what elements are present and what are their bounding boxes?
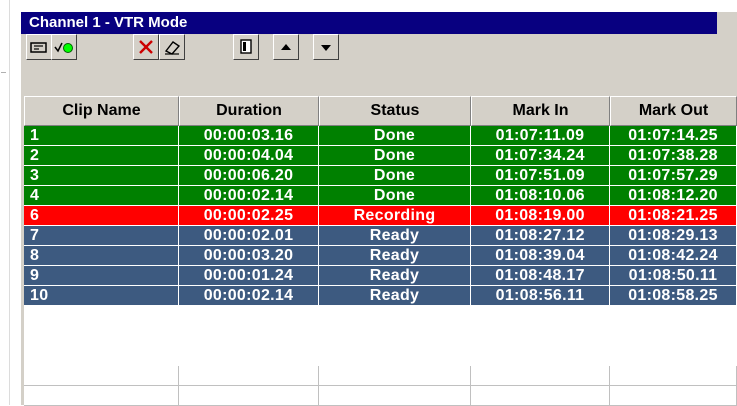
left-frame-border (0, 0, 10, 405)
move-down-icon (321, 45, 331, 51)
mark-out-cell: 01:08:42.24 (610, 246, 737, 266)
mark-in-cell: 01:08:19.00 (471, 206, 610, 226)
table-row[interactable]: 3 00:00:06.20 Done 01:07:51.09 01:07:57.29 (24, 166, 737, 186)
mark-in-cell: 01:08:39.04 (471, 246, 610, 266)
empty-cell (179, 366, 319, 386)
column-header-status[interactable]: Status (319, 96, 471, 126)
table-row[interactable]: 10 00:00:02.14 Ready 01:08:56.11 01:08:58.25 (24, 286, 737, 306)
column-header-mark-out[interactable]: Mark Out (610, 96, 737, 126)
clip-table: Clip Name Duration Status Mark In Mark O… (24, 96, 737, 406)
table-row[interactable]: 1 00:00:03.16 Done 01:07:11.09 01:07:14.25 (24, 126, 737, 146)
status-cell: Ready (319, 286, 471, 306)
empty-cell (24, 386, 179, 406)
table-row[interactable]: 2 00:00:04.04 Done 01:07:34.24 01:07:38.28 (24, 146, 737, 166)
table-row[interactable]: 6 00:00:02.25 Recording 01:08:19.00 01:08:21… (24, 206, 737, 226)
clip-name-cell: 9 (24, 266, 179, 286)
move-down-button[interactable] (313, 34, 339, 60)
status-cell: Done (319, 126, 471, 146)
mark-out-cell: 01:08:58.25 (610, 286, 737, 306)
column-header-clip-name[interactable]: Clip Name (24, 96, 179, 126)
move-up-icon (281, 44, 291, 50)
mark-out-cell: 01:07:38.28 (610, 146, 737, 166)
mark-in-cell: 01:08:48.17 (471, 266, 610, 286)
delete-button[interactable] (133, 34, 159, 60)
frame-notch (1, 72, 6, 77)
mark-in-cell: 01:08:10.06 (471, 186, 610, 206)
duration-cell: 00:00:03.20 (179, 246, 319, 266)
duration-cell: 00:00:02.25 (179, 206, 319, 226)
status-cell: Done (319, 186, 471, 206)
clip-name-cell: 8 (24, 246, 179, 266)
title-bar[interactable]: Channel 1 - VTR Mode (21, 12, 737, 34)
column-header-duration[interactable]: Duration (179, 96, 319, 126)
delete-icon (139, 40, 153, 54)
empty-cell (24, 366, 179, 386)
eraser-icon (164, 41, 181, 55)
duration-cell: 00:00:01.24 (179, 266, 319, 286)
clip-name-cell: 1 (24, 126, 179, 146)
copy-page-button[interactable] (233, 34, 259, 60)
duration-cell: 00:00:02.01 (179, 226, 319, 246)
status-cell: Recording (319, 206, 471, 226)
vtr-control-icon (30, 42, 47, 53)
mark-out-cell: 01:07:57.29 (610, 166, 737, 186)
check-on-air-button[interactable] (51, 34, 77, 60)
column-header-mark-in[interactable]: Mark In (471, 96, 610, 126)
empty-cell (610, 366, 737, 386)
copy-page-icon (240, 39, 252, 54)
clip-name-cell: 7 (24, 226, 179, 246)
clip-name-cell: 3 (24, 166, 179, 186)
table-row[interactable]: 9 00:00:01.24 Ready 01:08:48.17 01:08:50.11 (24, 266, 737, 286)
mark-out-cell: 01:07:14.25 (610, 126, 737, 146)
vtr-control-button[interactable] (26, 34, 52, 60)
move-up-button[interactable] (273, 34, 299, 60)
status-cell: Ready (319, 266, 471, 286)
check-on-air-icon (54, 42, 73, 53)
mark-out-cell: 01:08:12.20 (610, 186, 737, 206)
status-cell: Done (319, 146, 471, 166)
mark-out-cell: 01:08:21.25 (610, 206, 737, 226)
clip-name-cell: 4 (24, 186, 179, 206)
mark-in-cell: 01:08:27.12 (471, 226, 610, 246)
mark-in-cell: 01:07:11.09 (471, 126, 610, 146)
status-cell: Ready (319, 246, 471, 266)
empty-cell (471, 386, 610, 406)
table-row[interactable]: 8 00:00:03.20 Ready 01:08:39.04 01:08:42.24 (24, 246, 737, 266)
clip-name-cell: 10 (24, 286, 179, 306)
empty-cell (179, 386, 319, 406)
empty-row (24, 366, 737, 386)
empty-cell (319, 366, 471, 386)
toolbar (21, 34, 737, 82)
mark-in-cell: 01:08:56.11 (471, 286, 610, 306)
empty-cell (319, 386, 471, 406)
empty-row (24, 386, 737, 406)
table-row[interactable]: 4 00:00:02.14 Done 01:08:10.06 01:08:12.20 (24, 186, 737, 206)
duration-cell: 00:00:06.20 (179, 166, 319, 186)
duration-cell: 00:00:03.16 (179, 126, 319, 146)
clip-name-cell: 2 (24, 146, 179, 166)
eraser-button[interactable] (159, 34, 185, 60)
duration-cell: 00:00:04.04 (179, 146, 319, 166)
table-row[interactable]: 7 00:00:02.01 Ready 01:08:27.12 01:08:29.13 (24, 226, 737, 246)
window-title: Channel 1 - VTR Mode (29, 14, 188, 31)
duration-cell: 00:00:02.14 (179, 186, 319, 206)
clip-name-cell: 6 (24, 206, 179, 226)
mark-in-cell: 01:07:51.09 (471, 166, 610, 186)
mark-out-cell: 01:08:29.13 (610, 226, 737, 246)
empty-cell (471, 366, 610, 386)
mark-out-cell: 01:08:50.11 (610, 266, 737, 286)
mark-in-cell: 01:07:34.24 (471, 146, 610, 166)
duration-cell: 00:00:02.14 (179, 286, 319, 306)
table-header-row: Clip Name Duration Status Mark In Mark O… (24, 96, 737, 126)
empty-cell (610, 386, 737, 406)
status-cell: Done (319, 166, 471, 186)
status-cell: Ready (319, 226, 471, 246)
